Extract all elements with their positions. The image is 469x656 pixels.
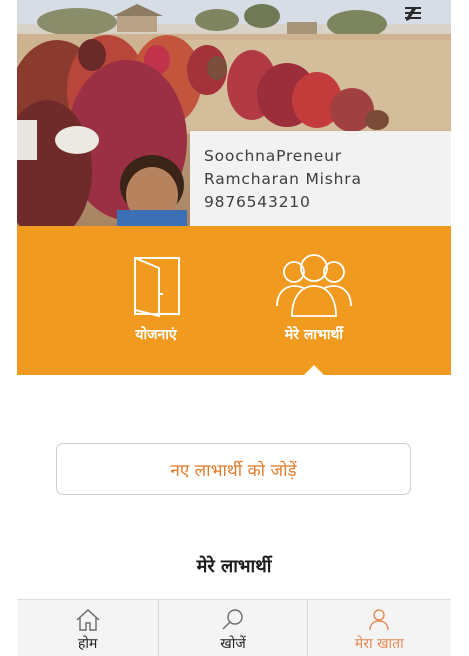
folder-icon — [134, 256, 180, 318]
my-beneficiaries-label: मेरे लाभार्थी — [284, 327, 344, 343]
search-icon — [222, 609, 243, 630]
quick-access-panel: योजनाएं मेरे लाभार्थी — [17, 226, 451, 375]
schemes-tile[interactable]: योजनाएं — [86, 226, 226, 375]
profile-phone: 9876543210 — [204, 193, 311, 211]
hamburger-menu-icon[interactable] — [405, 6, 447, 24]
schemes-label: योजनाएं — [135, 327, 177, 343]
tab-search[interactable]: खोजें — [158, 600, 306, 656]
my-beneficiaries-tile[interactable]: मेरे लाभार्थी — [244, 226, 384, 375]
profile-name: Ramcharan Mishra — [204, 170, 362, 188]
tab-search-label: खोजें — [220, 636, 246, 652]
tab-home-label: होम — [77, 636, 98, 652]
hero-photo: SoochnaPreneur Ramcharan Mishra 98765432… — [17, 0, 451, 226]
tab-my-account-label: मेरा खाता — [354, 636, 404, 652]
add-beneficiary-button[interactable]: नए लाभार्थी को जोड़ें — [56, 443, 411, 495]
header-actions — [405, 6, 447, 24]
tab-home[interactable]: होम — [17, 600, 158, 656]
section-title: मेरे लाभार्थी — [196, 556, 272, 577]
profile-card: SoochnaPreneur Ramcharan Mishra 98765432… — [190, 131, 451, 226]
user-icon — [369, 609, 390, 631]
users-group-icon — [276, 254, 352, 317]
app-screen: SoochnaPreneur Ramcharan Mishra 98765432… — [17, 0, 451, 656]
tab-my-account[interactable]: मेरा खाता — [306, 600, 451, 656]
selected-tile-pointer — [304, 365, 324, 375]
profile-role: SoochnaPreneur — [204, 147, 342, 165]
home-icon — [76, 609, 100, 631]
bottom-tab-bar: होम खोजें मेरा खाता — [17, 599, 451, 656]
